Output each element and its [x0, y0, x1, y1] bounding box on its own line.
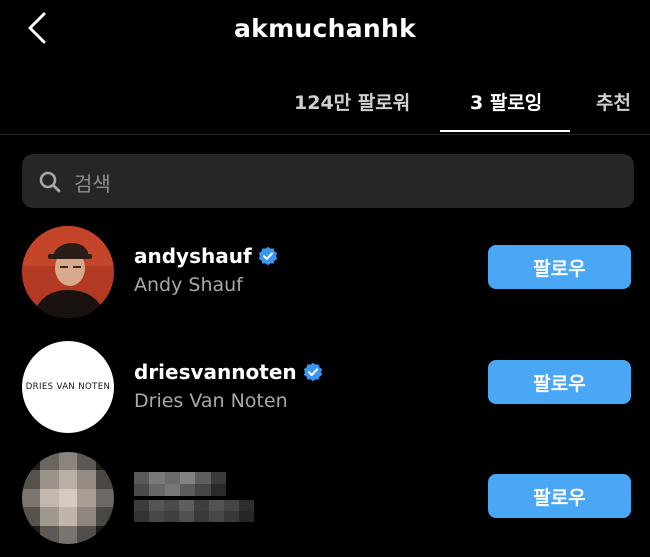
- divider: [0, 134, 650, 135]
- verified-badge-icon: [303, 362, 322, 382]
- follow-button[interactable]: 팔로우: [488, 245, 631, 289]
- username-text: driesvannoten: [134, 360, 297, 384]
- tab-bar: 124만 팔로워 3 팔로잉 추천: [0, 78, 650, 134]
- pixelated-avatar: [22, 452, 114, 544]
- tab-following[interactable]: 3 팔로잉: [470, 88, 542, 115]
- username[interactable]: andyshauf: [134, 244, 278, 268]
- list-item: 팔로우: [0, 448, 650, 548]
- username[interactable]: driesvannoten: [134, 360, 323, 384]
- avatar-photo: [22, 226, 114, 318]
- following-screen: akmuchanhk 124만 팔로워 3 팔로잉 추천 검색 andyshau…: [0, 0, 650, 557]
- follow-button[interactable]: 팔로우: [488, 474, 631, 518]
- avatar-obscured[interactable]: [22, 452, 114, 544]
- search-icon: [39, 171, 61, 193]
- tab-followers[interactable]: 124만 팔로워: [294, 88, 410, 115]
- search-input[interactable]: 검색: [22, 154, 634, 208]
- full-name: Andy Shauf: [134, 274, 243, 296]
- page-title: akmuchanhk: [233, 14, 417, 43]
- username-text: andyshauf: [134, 244, 252, 268]
- active-tab-indicator: [440, 130, 570, 132]
- verified-badge-icon: [258, 246, 277, 266]
- pixelated-username: [134, 472, 226, 496]
- avatar-logo-text: DRIES VAN NOTEN: [25, 382, 111, 392]
- header: akmuchanhk: [0, 0, 650, 62]
- search-placeholder: 검색: [74, 172, 111, 196]
- pixelated-full-name: [134, 500, 254, 522]
- avatar[interactable]: DRIES VAN NOTEN: [22, 341, 114, 433]
- avatar[interactable]: [22, 226, 114, 318]
- list-item: andyshauf Andy Shauf 팔로우: [0, 222, 650, 322]
- list-item: DRIES VAN NOTEN driesvannoten Dries Van …: [0, 338, 650, 438]
- follow-button[interactable]: 팔로우: [488, 360, 631, 404]
- full-name: Dries Van Noten: [134, 390, 288, 412]
- tab-suggested[interactable]: 추천: [596, 88, 631, 115]
